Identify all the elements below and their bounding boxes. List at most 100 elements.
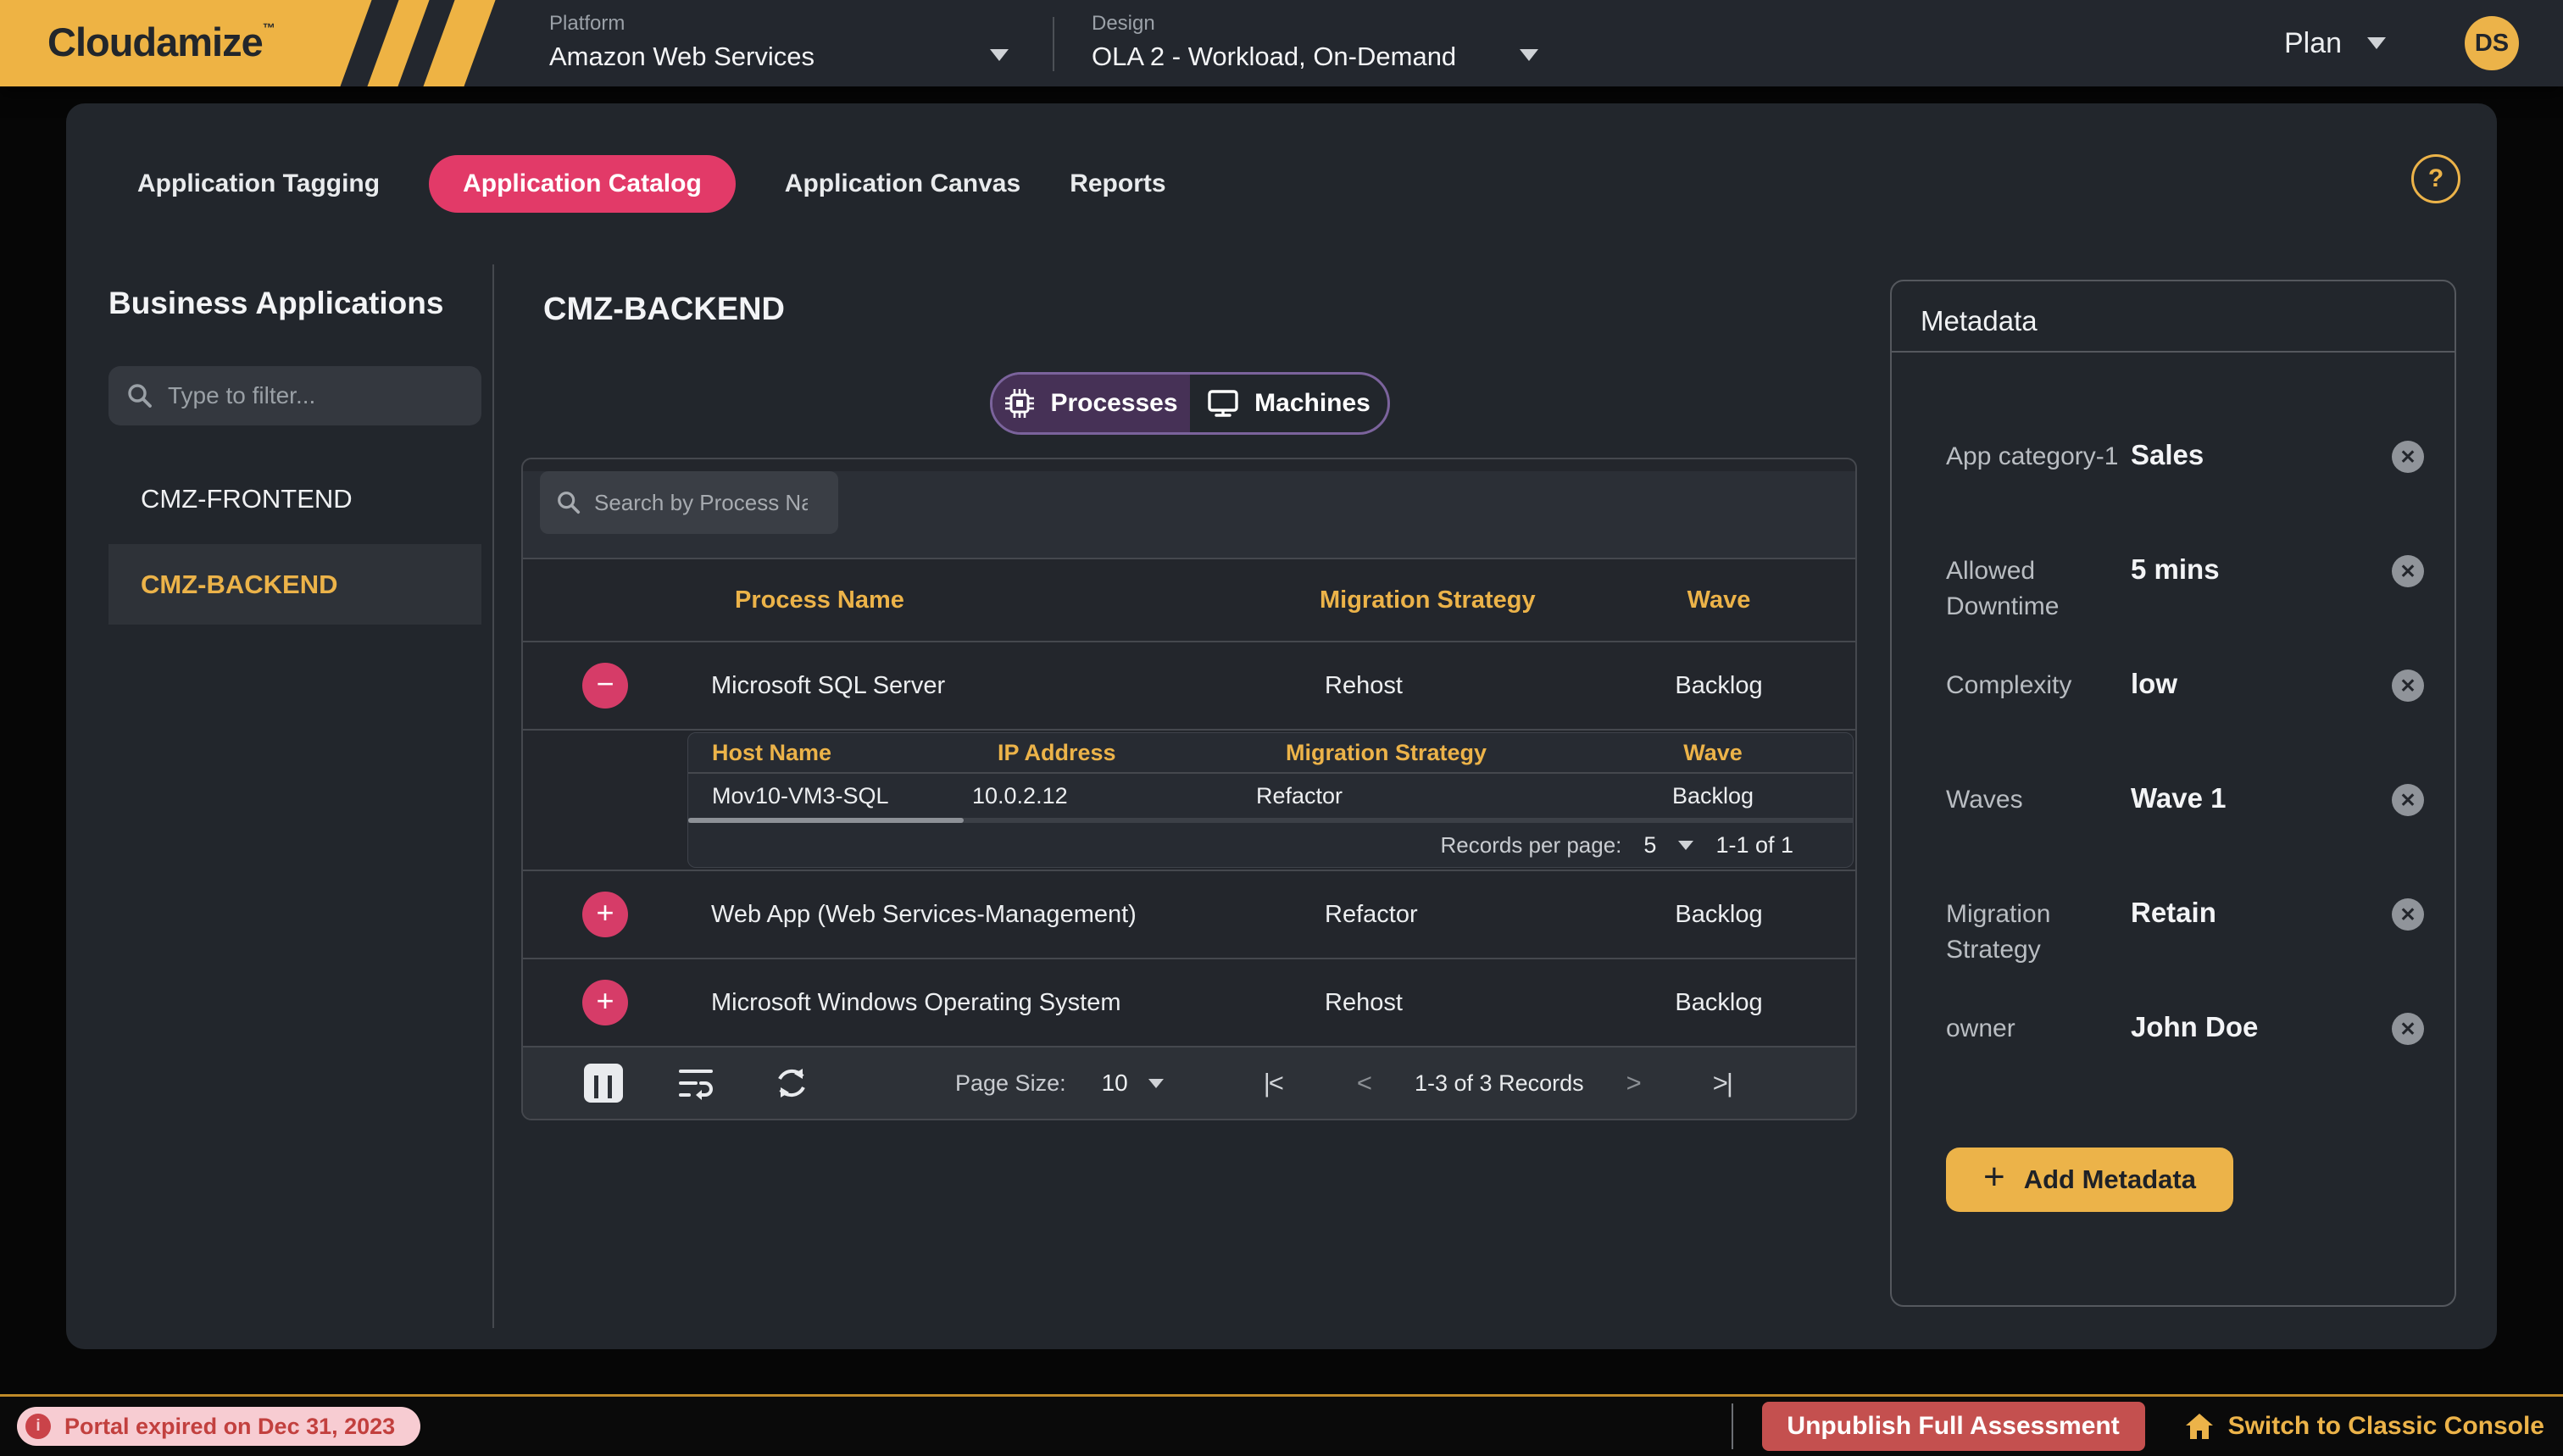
nested-table-row: Mov10-VM3-SQL 10.0.2.12 Refactor Backlog (688, 774, 1853, 818)
remove-metadata-button[interactable]: ✕ (2392, 1013, 2424, 1045)
process-name-cell: Microsoft Windows Operating System (633, 989, 1286, 1017)
help-button[interactable]: ? (2411, 154, 2460, 203)
col-host-name: Host Name (688, 740, 947, 766)
process-search-wrap[interactable] (540, 471, 838, 534)
design-select[interactable]: Design OLA 2 - Workload, On-Demand (1092, 12, 1549, 72)
strategy-cell: Rehost (1286, 989, 1608, 1017)
expand-row-button[interactable]: + (582, 892, 628, 937)
app-root: Cloudamize™ Platform Amazon Web Services… (0, 0, 2563, 1456)
sidebar-title: Business Applications (108, 286, 443, 321)
process-search-input[interactable] (594, 490, 808, 516)
col-process-name: Process Name (633, 586, 1286, 614)
remove-metadata-button[interactable]: ✕ (2392, 898, 2424, 931)
ip-address-cell: 10.0.2.12 (947, 783, 1231, 809)
metadata-value: low (2126, 668, 2392, 700)
tab-application-tagging[interactable]: Application Tagging (137, 155, 380, 213)
metadata-value: 5 mins (2126, 553, 2392, 586)
metadata-row: Allowed Downtime 5 mins ✕ (1946, 553, 2424, 647)
refresh-icon[interactable] (772, 1064, 811, 1103)
col-ip-address: IP Address (947, 740, 1231, 766)
pagination-range-label: 1-3 of 3 Records (1415, 1070, 1584, 1097)
page-size-value[interactable]: 10 (1102, 1070, 1128, 1097)
metadata-value: Sales (2126, 439, 2392, 471)
records-per-page-value[interactable]: 5 (1643, 832, 1656, 859)
plus-icon: + (1983, 1156, 2005, 1198)
records-per-page-label: Records per page: (1441, 832, 1622, 859)
pagination-prev-button[interactable]: < (1357, 1068, 1370, 1098)
horizontal-scrollbar-thumb[interactable] (688, 818, 964, 823)
metadata-row: App category-1 Sales ✕ (1946, 439, 2424, 532)
process-name-cell: Web App (Web Services-Management) (633, 901, 1286, 929)
table-row: + Web App (Web Services-Management) Refa… (523, 871, 1855, 959)
sidebar-item-cmz-frontend[interactable]: CMZ-FRONTEND (108, 468, 481, 531)
columns-icon[interactable] (523, 1064, 623, 1103)
switch-label: Switch to Classic Console (2228, 1412, 2544, 1441)
cloudamize-logo[interactable]: Cloudamize™ (0, 0, 542, 86)
toggle-processes-label: Processes (1050, 389, 1177, 418)
metadata-value: Wave 1 (2126, 782, 2392, 814)
tab-reports[interactable]: Reports (1070, 155, 1165, 213)
toggle-machines[interactable]: Machines (1190, 375, 1387, 432)
plan-menu[interactable]: Plan (2284, 0, 2386, 86)
chevron-down-icon[interactable] (1148, 1079, 1164, 1088)
pagination-first-button[interactable]: |< (1264, 1068, 1282, 1098)
nested-host-table: Host Name IP Address Migration Strategy … (687, 732, 1854, 868)
plan-label: Plan (2284, 27, 2342, 60)
process-table: Process Name Migration Strategy Wave − M… (521, 458, 1857, 1120)
remove-metadata-button[interactable]: ✕ (2392, 441, 2424, 473)
bottom-bar-divider (1732, 1403, 1733, 1449)
logo-text: Cloudamize (47, 19, 263, 64)
metadata-key: Migration Strategy (1946, 897, 2126, 968)
expanded-row-section: Host Name IP Address Migration Strategy … (523, 731, 1855, 871)
metadata-key: Complexity (1946, 668, 2126, 703)
collapse-row-button[interactable]: − (582, 663, 628, 709)
metadata-key: Allowed Downtime (1946, 553, 2126, 625)
chevron-down-icon[interactable] (1678, 841, 1693, 850)
filter-input[interactable] (168, 382, 464, 409)
filter-input-wrap[interactable] (108, 366, 481, 425)
info-icon: i (25, 1414, 51, 1439)
process-name-cell: Microsoft SQL Server (633, 672, 1286, 700)
table-header-row: Process Name Migration Strategy Wave (523, 558, 1855, 642)
design-value: OLA 2 - Workload, On-Demand (1092, 42, 1549, 72)
portal-expired-text: Portal expired on Dec 31, 2023 (64, 1414, 395, 1440)
chevron-down-icon (2367, 37, 2386, 49)
sidebar-item-cmz-backend[interactable]: CMZ-BACKEND (108, 544, 481, 625)
platform-select[interactable]: Platform Amazon Web Services (549, 12, 1024, 72)
remove-metadata-button[interactable]: ✕ (2392, 555, 2424, 587)
horizontal-scrollbar-track (688, 818, 1853, 823)
avatar[interactable]: DS (2465, 16, 2519, 70)
table-row: + Microsoft Windows Operating System Reh… (523, 959, 1855, 1048)
nested-strategy-cell: Refactor (1231, 783, 1573, 809)
metadata-row: Complexity low ✕ (1946, 668, 2424, 761)
trademark-symbol: ™ (263, 21, 275, 36)
unpublish-full-assessment-button[interactable]: Unpublish Full Assessment (1762, 1402, 2145, 1451)
nested-range-label: 1-1 of 1 (1715, 832, 1793, 859)
add-metadata-button[interactable]: + Add Metadata (1946, 1148, 2233, 1212)
pagination-last-button[interactable]: >| (1713, 1068, 1732, 1098)
col-migration-strategy: Migration Strategy (1286, 586, 1608, 614)
header-divider (1053, 17, 1054, 71)
switch-to-classic-console-link[interactable]: Switch to Classic Console (2184, 1412, 2544, 1441)
main-card: Application Tagging Application Catalog … (66, 103, 2497, 1349)
logo-wordmark: Cloudamize™ (47, 19, 275, 65)
wave-cell: Backlog (1608, 989, 1855, 1017)
table-toolbar: Page Size: 10 |< < 1-3 of 3 Records > >| (523, 1048, 1855, 1119)
logo-stripe-1 (364, 0, 433, 86)
platform-value: Amazon Web Services (549, 42, 1024, 72)
page-title: CMZ-BACKEND (543, 292, 785, 328)
view-toggle: Processes Machines (990, 372, 1390, 435)
home-icon (2184, 1412, 2215, 1441)
tab-application-canvas[interactable]: Application Canvas (785, 155, 1020, 213)
toggle-processes[interactable]: Processes (992, 375, 1190, 432)
pagination-next-button[interactable]: > (1626, 1068, 1640, 1098)
tab-application-catalog[interactable]: Application Catalog (429, 155, 736, 213)
chevron-down-icon (990, 49, 1009, 61)
metadata-key: Waves (1946, 782, 2126, 818)
metadata-title: Metadata (1921, 305, 2038, 337)
wrap-text-icon[interactable] (675, 1063, 716, 1103)
remove-metadata-button[interactable]: ✕ (2392, 670, 2424, 702)
remove-metadata-button[interactable]: ✕ (2392, 784, 2424, 816)
host-name-cell: Mov10-VM3-SQL (688, 783, 947, 809)
expand-row-button[interactable]: + (582, 980, 628, 1025)
